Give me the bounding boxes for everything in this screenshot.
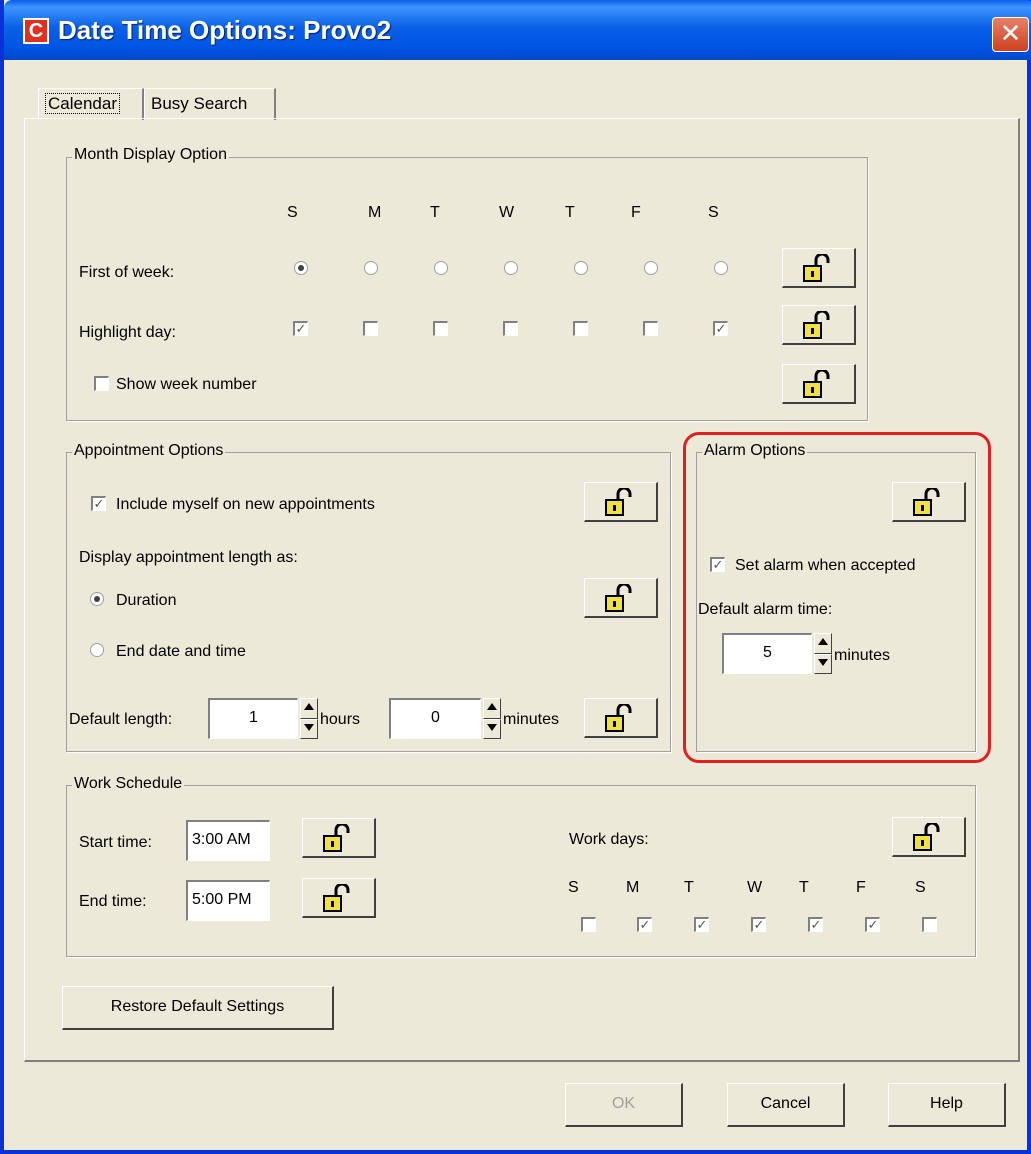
work-day-header: S <box>915 879 926 896</box>
work-days-label: Work days: <box>569 831 649 848</box>
first-of-week-label: First of week: <box>79 264 175 281</box>
title-bar[interactable]: C Date Time Options: Provo2 ✕ <box>4 0 1031 60</box>
spin-up-icon[interactable] <box>483 698 501 719</box>
work-day-checkbox-tue[interactable]: ✓ <box>694 917 709 932</box>
work-day-header: F <box>856 879 866 896</box>
app-logo-icon: C <box>23 18 49 44</box>
first-of-week-radio-mon[interactable] <box>364 261 378 275</box>
default-length-label: Default length: <box>69 711 173 728</box>
display-length-label: Display appointment length as: <box>79 549 298 566</box>
work-day-header: S <box>568 879 579 896</box>
tab-calendar[interactable]: Calendar <box>38 88 144 120</box>
minutes-field[interactable]: 0 <box>389 698 481 739</box>
open-padlock-icon <box>323 824 350 852</box>
duration-label: Duration <box>116 592 177 609</box>
duration-radio[interactable] <box>90 592 104 606</box>
hours-field[interactable]: 1 <box>208 698 298 739</box>
work-day-checkbox-mon[interactable]: ✓ <box>637 917 652 932</box>
work-day-checkbox-sat[interactable] <box>922 917 937 932</box>
open-padlock-icon <box>803 254 830 282</box>
end-date-radio[interactable] <box>90 643 104 657</box>
ok-button[interactable]: OK <box>565 1083 683 1127</box>
work-day-header: M <box>626 879 640 896</box>
highlight-day-checkbox-fri[interactable] <box>643 321 658 336</box>
day-header: M <box>368 204 382 221</box>
start-time-label: Start time: <box>79 834 152 851</box>
spin-down-icon[interactable] <box>483 718 501 739</box>
close-button[interactable]: ✕ <box>992 17 1029 52</box>
highlight-day-label: Highlight day: <box>79 324 176 341</box>
first-of-week-radio-fri[interactable] <box>644 261 658 275</box>
work-day-header: T <box>799 879 809 896</box>
highlight-day-checkbox-tue[interactable] <box>433 321 448 336</box>
day-header: F <box>631 204 641 221</box>
minutes-unit: minutes <box>503 711 560 728</box>
highlight-day-checkbox-thu[interactable] <box>573 321 588 336</box>
lock-start-time-button[interactable] <box>302 818 376 858</box>
spin-up-icon[interactable] <box>300 698 318 719</box>
cancel-button[interactable]: Cancel <box>727 1083 845 1127</box>
include-myself-checkbox[interactable]: ✓ <box>91 496 106 511</box>
minutes-spinner[interactable] <box>483 698 501 739</box>
restore-defaults-button[interactable]: Restore Default Settings <box>62 986 334 1030</box>
open-padlock-icon <box>803 311 830 339</box>
show-week-number-checkbox[interactable] <box>94 376 109 391</box>
first-of-week-radio-tue[interactable] <box>434 261 448 275</box>
lock-display-length-button[interactable] <box>584 578 658 618</box>
lock-default-length-button[interactable] <box>584 698 658 738</box>
open-padlock-icon <box>913 823 940 851</box>
work-day-checkbox-thu[interactable]: ✓ <box>808 917 823 932</box>
first-of-week-radio-wed[interactable] <box>504 261 518 275</box>
lock-end-time-button[interactable] <box>302 878 376 918</box>
lock-week-number-button[interactable] <box>782 364 856 404</box>
lock-first-of-week-button[interactable] <box>782 248 856 288</box>
highlight-day-checkbox-sat[interactable]: ✓ <box>713 321 728 336</box>
highlight-day-checkbox-mon[interactable] <box>363 321 378 336</box>
day-header: W <box>499 204 515 221</box>
work-day-header: W <box>747 879 763 896</box>
spin-down-icon[interactable] <box>300 718 318 739</box>
first-of-week-radio-sat[interactable] <box>714 261 728 275</box>
tab-label: Calendar <box>45 93 120 114</box>
end-time-field[interactable]: 5:00 PM <box>186 880 270 921</box>
work-schedule-group <box>66 785 976 957</box>
hours-unit: hours <box>320 711 361 728</box>
open-padlock-icon <box>605 488 632 516</box>
highlight-day-checkbox-sun[interactable]: ✓ <box>293 321 308 336</box>
tab-label: Busy Search <box>151 94 248 113</box>
show-week-number-label: Show week number <box>116 376 257 393</box>
open-padlock-icon <box>605 704 632 732</box>
month-display-legend: Month Display Option <box>72 145 229 165</box>
highlight-day-checkbox-wed[interactable] <box>503 321 518 336</box>
open-padlock-icon <box>605 584 632 612</box>
open-padlock-icon <box>803 370 830 398</box>
work-schedule-legend: Work Schedule <box>72 774 185 794</box>
first-of-week-radio-thu[interactable] <box>574 261 588 275</box>
window-title: Date Time Options: Provo2 <box>58 15 392 45</box>
dialog-window: C Date Time Options: Provo2 ✕ Calendar B… <box>0 0 1031 1154</box>
help-button[interactable]: Help <box>888 1083 1006 1127</box>
work-day-header: T <box>684 879 694 896</box>
lock-work-days-button[interactable] <box>892 817 966 857</box>
hours-spinner[interactable] <box>300 698 318 739</box>
tab-busy-search[interactable]: Busy Search <box>144 88 276 120</box>
include-myself-label: Include myself on new appointments <box>116 496 375 513</box>
day-header: S <box>708 204 719 221</box>
start-time-field[interactable]: 3:00 AM <box>186 820 270 861</box>
open-padlock-icon <box>323 884 350 912</box>
day-header: S <box>287 204 298 221</box>
end-date-label: End date and time <box>116 643 246 660</box>
first-of-week-radio-sun[interactable] <box>294 261 308 275</box>
day-header: T <box>565 204 575 221</box>
lock-highlight-day-button[interactable] <box>782 305 856 345</box>
work-day-checkbox-sun[interactable] <box>581 917 596 932</box>
appointment-options-legend: Appointment Options <box>72 441 226 461</box>
day-header: T <box>430 204 440 221</box>
end-time-label: End time: <box>79 893 147 910</box>
highlight-annotation-ring <box>683 432 991 763</box>
work-day-checkbox-fri[interactable]: ✓ <box>865 917 880 932</box>
lock-include-myself-button[interactable] <box>584 482 658 522</box>
work-day-checkbox-wed[interactable]: ✓ <box>751 917 766 932</box>
